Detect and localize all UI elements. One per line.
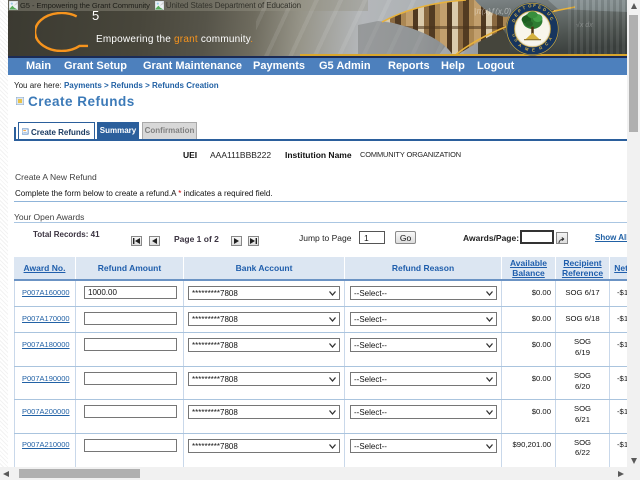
- svg-text:E: E: [532, 47, 535, 52]
